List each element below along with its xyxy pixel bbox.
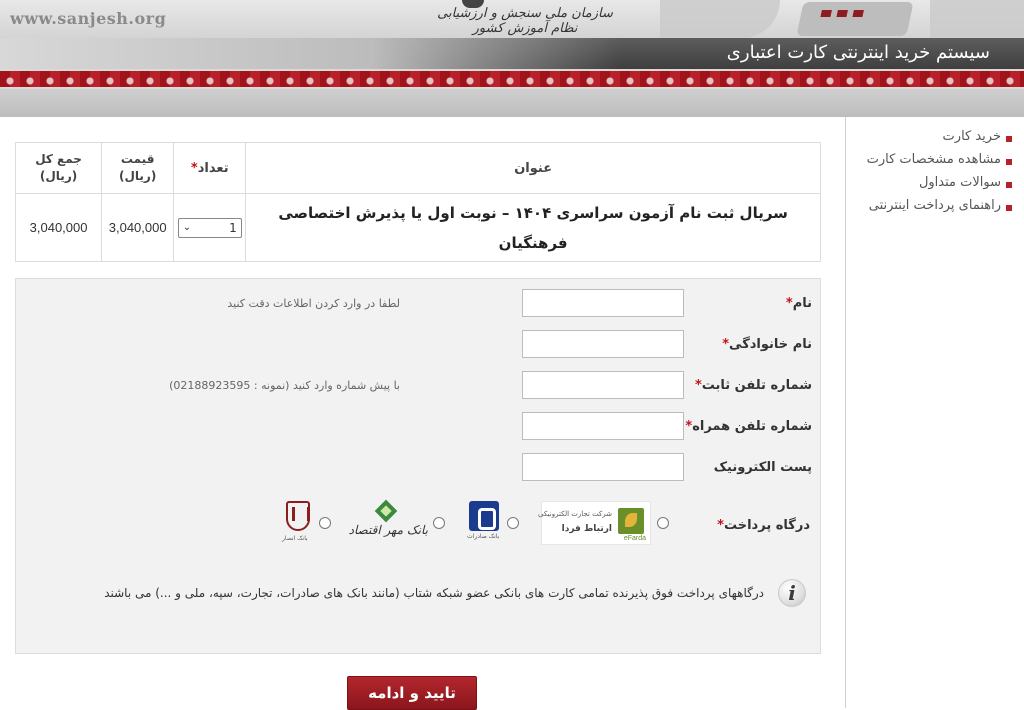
- sidebar-item-label: خرید کارت: [942, 129, 1001, 144]
- total-value: 3,040,000: [29, 219, 88, 235]
- mehr-diamond-icon: [374, 499, 398, 523]
- sidebar-item-view-card[interactable]: مشاهده مشخصات کارت: [867, 148, 1012, 171]
- col-header-qty: تعداد*: [173, 142, 247, 194]
- field-row-last-name: نام خانوادگی*: [16, 330, 822, 360]
- gateway-radio-ansar[interactable]: [319, 517, 331, 529]
- sidebar-item-faq[interactable]: سوالات متداول: [867, 171, 1012, 194]
- bullet-icon: [1006, 158, 1012, 165]
- field-row-email: پست الکترونیک: [16, 453, 822, 483]
- order-table: عنوان تعداد* قیمت (ریال) جمع کل (ریال) س…: [14, 142, 821, 262]
- system-title: سیستم خرید اینترنتی کارت اعتباری: [726, 42, 990, 63]
- site-url: www.sanjesh.org: [10, 9, 167, 28]
- price-cell: 3,040,000: [101, 193, 175, 262]
- efarda-leaf-icon: [618, 508, 644, 534]
- ornament-band: [0, 69, 1024, 89]
- item-title-cell: سریال ثبت نام آزمون سراسری ۱۴۰۴ – نوبت ا…: [245, 193, 821, 262]
- field-row-phone: شماره تلفن ثابت* با پیش شماره وارد کنید …: [16, 371, 822, 401]
- sidebar: خرید کارت مشاهده مشخصات کارت سوالات متدا…: [845, 117, 1024, 708]
- grey-strip: [0, 89, 1024, 117]
- mobile-input[interactable]: [522, 412, 684, 440]
- sidebar-menu: خرید کارت مشاهده مشخصات کارت سوالات متدا…: [867, 125, 1012, 217]
- col-header-price: قیمت (ریال): [101, 142, 175, 194]
- sidebar-item-label: سوالات متداول: [918, 175, 1001, 190]
- table-header-row: عنوان تعداد* قیمت (ریال) جمع کل (ریال): [14, 142, 821, 194]
- sidebar-item-buy-card[interactable]: خرید کارت: [867, 125, 1012, 148]
- gateway-label: درگاه پرداخت*: [717, 518, 810, 533]
- bullet-icon: [1006, 181, 1012, 188]
- org-name: سازمان ملی سنجش و ارزشیابی نظام آموزش کش…: [437, 6, 613, 36]
- price-value: 3,040,000: [108, 219, 167, 235]
- customer-form: نام* لطفا در وارد کردن اطلاعات دقت کنید …: [15, 278, 821, 654]
- info-icon: i: [778, 579, 806, 607]
- col-header-total: جمع کل (ریال): [14, 142, 103, 194]
- efarda-logo: شرکت تجارت الکترونیکی ارتباط فردا eFarda: [538, 501, 651, 545]
- sidebar-item-payment-guide[interactable]: راهنمای پرداخت اینترنتی: [867, 194, 1012, 217]
- phone-hint: با پیش شماره وارد کنید (نمونه : 02188923…: [169, 379, 400, 392]
- table-row: سریال ثبت نام آزمون سراسری ۱۴۰۴ – نوبت ا…: [14, 193, 821, 262]
- mobile-label: شماره تلفن همراه*: [685, 419, 812, 434]
- chevron-down-icon: ⌄: [182, 222, 192, 233]
- quantity-select[interactable]: ⌄ 1: [177, 217, 242, 238]
- bullet-icon: [1006, 204, 1012, 211]
- mehr-logo: بانک مهر اقتصاد: [349, 499, 428, 543]
- phone-input[interactable]: [522, 371, 684, 399]
- col-header-title: عنوان: [245, 142, 821, 194]
- last-name-label: نام خانوادگی*: [722, 337, 812, 352]
- saderat-logo-icon: بانک صادرات: [467, 499, 501, 543]
- item-title: سریال ثبت نام آزمون سراسری ۱۴۰۴ – نوبت ا…: [278, 203, 788, 252]
- gateway-note: درگاههای پرداخت فوق پذیرنده تمامی کارت ه…: [104, 586, 764, 600]
- gateway-radio-mehr[interactable]: [433, 517, 445, 529]
- credit-card-decoration-icon: [796, 2, 914, 36]
- first-name-input[interactable]: [522, 289, 684, 317]
- confirm-continue-button[interactable]: تایید و ادامه: [347, 676, 477, 710]
- email-label: پست الکترونیک: [713, 460, 812, 475]
- header-top-bar: www.sanjesh.org سازمان ملی سنجش و ارزشیا…: [0, 0, 1024, 38]
- field-row-mobile: شماره تلفن همراه*: [16, 412, 822, 442]
- first-name-hint: لطفا در وارد کردن اطلاعات دقت کنید: [227, 297, 400, 310]
- email-input[interactable]: [522, 453, 684, 481]
- ansar-logo-icon: بانک انصار: [280, 501, 316, 545]
- header-decoration: [930, 0, 1024, 38]
- bullet-icon: [1006, 135, 1012, 142]
- qty-cell: ⌄ 1: [173, 193, 247, 262]
- quantity-value: 1: [229, 220, 237, 235]
- last-name-input[interactable]: [522, 330, 684, 358]
- gateway-radio-efarda[interactable]: [657, 517, 669, 529]
- total-cell: 3,040,000: [14, 193, 103, 262]
- first-name-label: نام*: [785, 296, 812, 311]
- sidebar-item-label: مشاهده مشخصات کارت: [866, 152, 1001, 167]
- sidebar-item-label: راهنمای پرداخت اینترنتی: [868, 198, 1001, 213]
- phone-label: شماره تلفن ثابت*: [694, 378, 812, 393]
- field-row-first-name: نام* لطفا در وارد کردن اطلاعات دقت کنید: [16, 289, 822, 319]
- gateway-radio-saderat[interactable]: [507, 517, 519, 529]
- header-decoration: [660, 0, 780, 38]
